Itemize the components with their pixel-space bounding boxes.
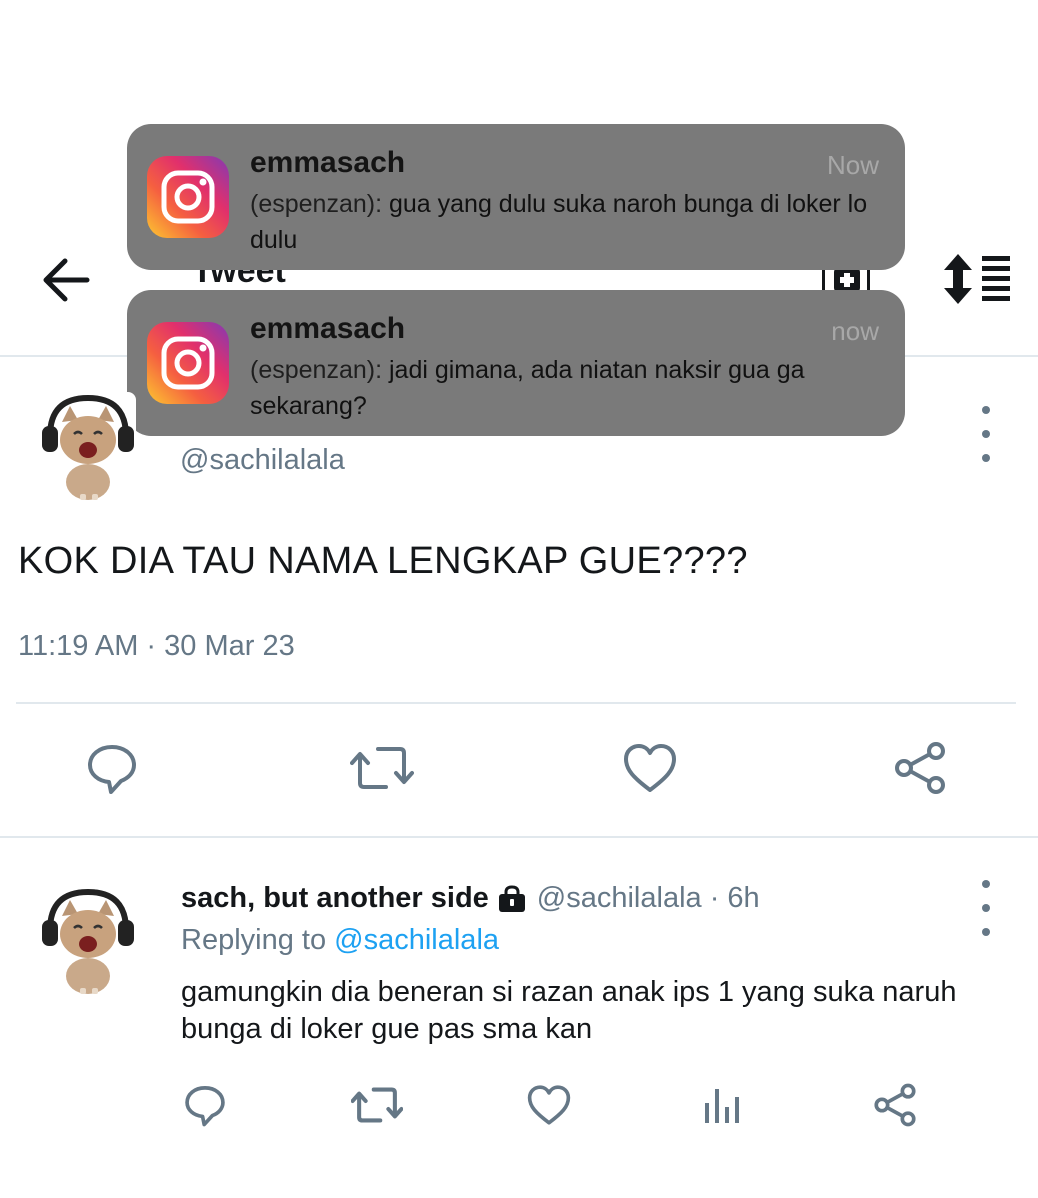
divider xyxy=(16,702,1016,704)
reply-handle-time[interactable]: @sachilalala · 6h xyxy=(537,882,760,915)
analytics-icon xyxy=(705,1089,739,1123)
more-dot xyxy=(982,406,990,414)
more-dot xyxy=(982,454,990,462)
share-icon xyxy=(895,742,945,794)
arrow-left-icon xyxy=(43,258,90,302)
notification-message: (espenzan): jadi gimana, ada niatan naks… xyxy=(250,352,870,424)
notification-from: (espenzan): xyxy=(250,190,383,218)
notification-from: (espenzan): xyxy=(250,356,383,384)
reply-retweet-button[interactable] xyxy=(350,1082,404,1128)
notification-sender: emmasach xyxy=(250,312,406,345)
tweet-handle[interactable]: @sachilalala xyxy=(180,444,345,477)
reply-more-button[interactable] xyxy=(971,880,1001,936)
tweet-more-button[interactable] xyxy=(971,406,1001,462)
replying-to-prefix: Replying to xyxy=(181,924,327,956)
sort-icon xyxy=(944,254,1010,304)
reply-share-button[interactable] xyxy=(870,1080,920,1130)
reply-author-name[interactable]: sach, but another side xyxy=(181,882,489,915)
notification-sender: emmasach xyxy=(250,146,406,179)
retweet-icon xyxy=(350,747,414,789)
reply-like-button[interactable] xyxy=(524,1082,574,1128)
like-icon xyxy=(624,744,676,792)
reply-text: gamungkin dia beneran si razan anak ips … xyxy=(181,976,957,1045)
lock-icon xyxy=(498,884,525,912)
tweet-text: KOK DIA TAU NAMA LENGKAP GUE???? xyxy=(18,540,748,582)
replying-to-mention[interactable]: @sachilalala xyxy=(334,924,499,956)
instagram-notification[interactable]: emmasach Now (espenzan): gua yang dulu s… xyxy=(127,124,905,270)
reply-analytics-button[interactable] xyxy=(698,1082,744,1128)
more-dot xyxy=(982,904,990,912)
avatar[interactable] xyxy=(40,392,136,502)
replying-to: Replying to @sachilalala xyxy=(181,924,499,957)
notification-time: now xyxy=(831,316,879,346)
instagram-notification[interactable]: emmasach now (espenzan): jadi gimana, ad… xyxy=(127,290,905,436)
share-icon xyxy=(874,1083,916,1127)
more-dot xyxy=(982,880,990,888)
divider xyxy=(0,836,1038,838)
reply-icon xyxy=(88,745,136,794)
share-button[interactable] xyxy=(890,740,950,796)
retweet-button[interactable] xyxy=(350,740,414,796)
instagram-icon xyxy=(147,156,229,238)
notification-message: (espenzan): gua yang dulu suka naroh bun… xyxy=(250,186,870,258)
reply-button[interactable] xyxy=(82,738,142,798)
instagram-icon xyxy=(147,322,229,404)
reply-icon xyxy=(185,1086,225,1127)
like-icon xyxy=(527,1085,571,1125)
reply-header: sach, but another side @sachilalala · 6h xyxy=(181,882,760,915)
more-dot xyxy=(982,430,990,438)
sort-button[interactable] xyxy=(938,248,1016,310)
reply-avatar[interactable] xyxy=(40,886,136,996)
like-button[interactable] xyxy=(620,740,680,796)
back-button[interactable] xyxy=(36,252,96,308)
retweet-icon xyxy=(351,1087,403,1123)
notification-time: Now xyxy=(826,150,879,180)
more-dot xyxy=(982,928,990,936)
tweet-timestamp: 11:19 AM · 30 Mar 23 xyxy=(18,630,295,662)
reply-reply-button[interactable] xyxy=(180,1080,230,1130)
